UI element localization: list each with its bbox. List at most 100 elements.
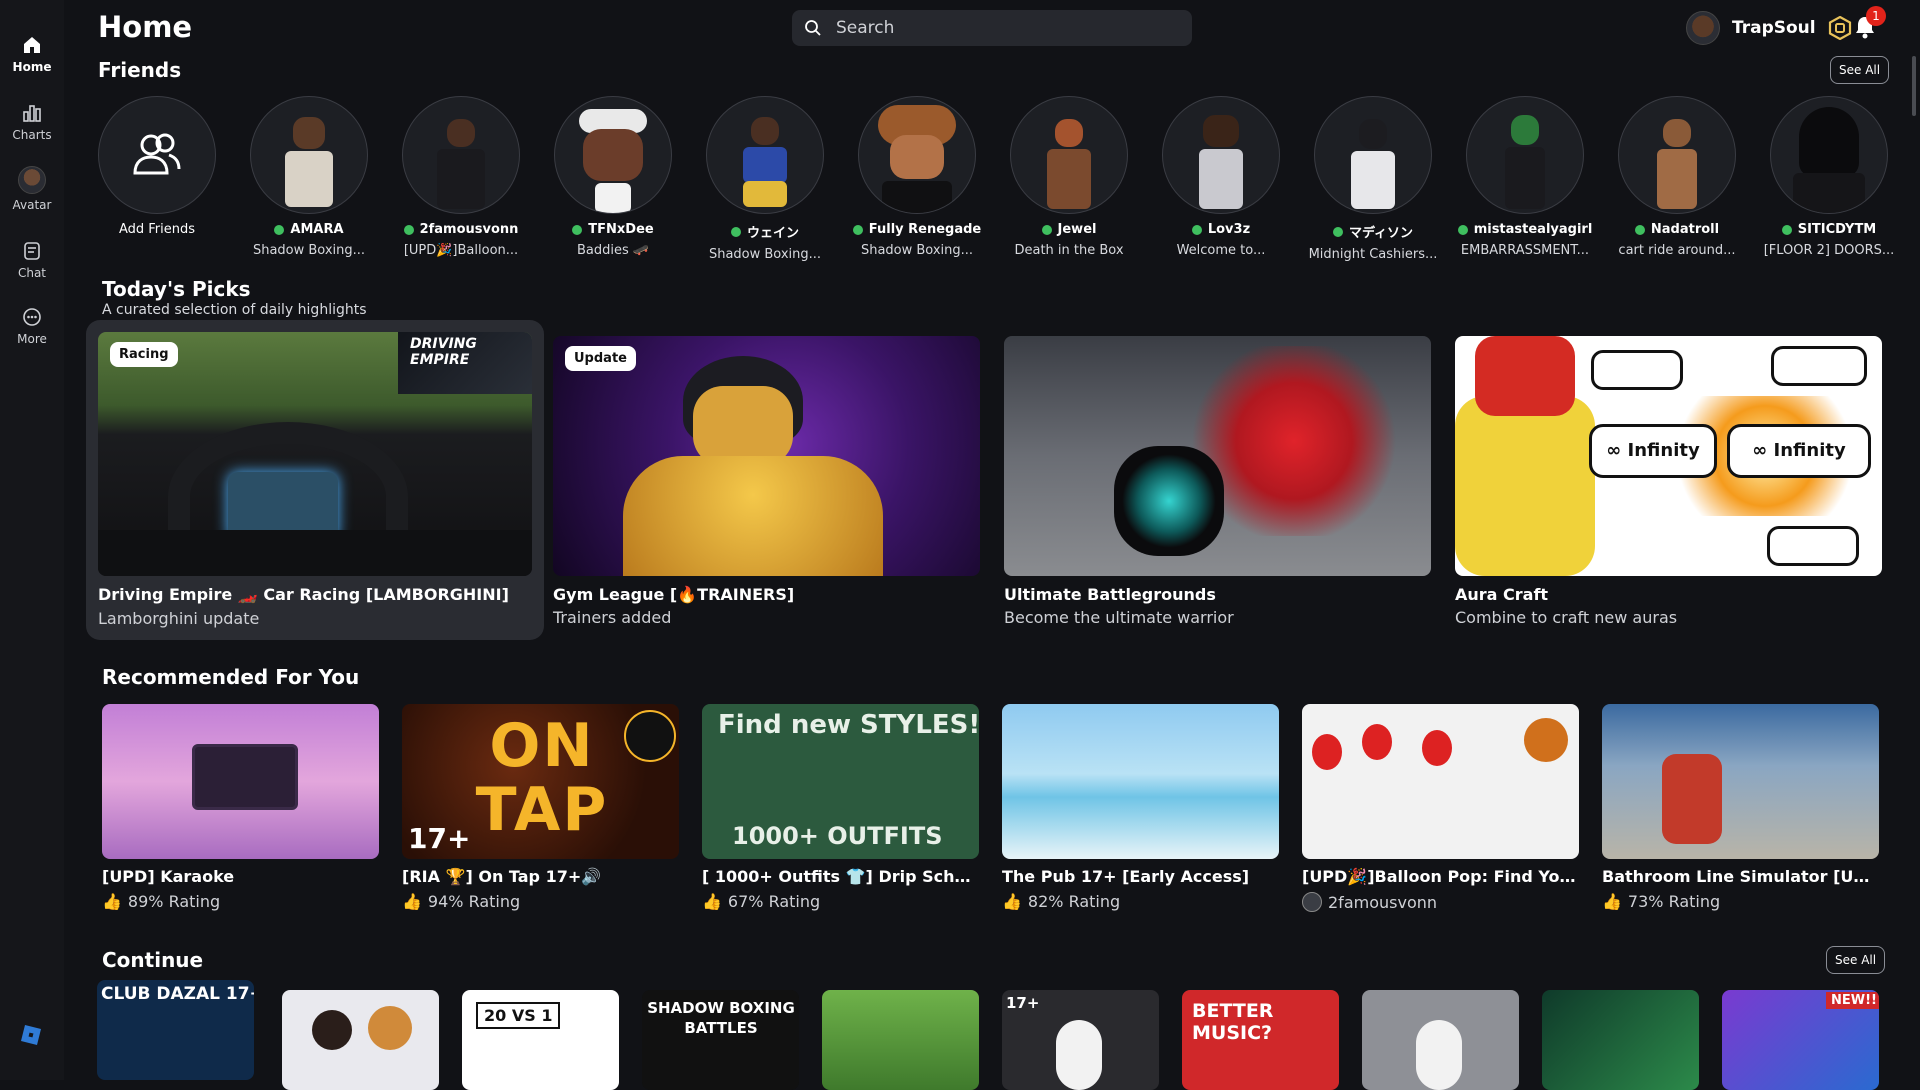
recommended-title: Recommended For You bbox=[102, 665, 360, 689]
game-card[interactable]: Find new STYLES! 1000+ OUTFITS [ 1000+ O… bbox=[702, 704, 979, 911]
game-card[interactable]: [UPD🎉]Balloon Pop: Find Your Ma... 2famo… bbox=[1302, 704, 1579, 912]
friend-tile[interactable]: マディソン Midnight Cashiers... bbox=[1297, 96, 1449, 262]
friend-status: Baddies 🛹 bbox=[576, 243, 650, 258]
friend-tile[interactable]: Fully Renegade Shadow Boxing... bbox=[841, 96, 993, 258]
online-indicator bbox=[1332, 226, 1343, 237]
friend-tile[interactable]: Jewel Death in the Box bbox=[993, 96, 1145, 258]
add-friends-button[interactable]: Add Friends bbox=[81, 96, 233, 237]
friend-tile[interactable]: mistastealyagirl EMBARRASSMENT... bbox=[1449, 96, 1601, 258]
friend-avatar bbox=[706, 96, 824, 214]
pick-desc: Trainers added bbox=[553, 608, 672, 627]
online-indicator bbox=[274, 224, 285, 235]
pick-title: Driving Empire 🏎️ Car Racing [LAMBORGHIN… bbox=[98, 585, 509, 604]
friend-tile[interactable]: AMARA Shadow Boxing... bbox=[233, 96, 385, 258]
thumbs-up-icon: 👍 bbox=[1002, 892, 1022, 911]
pick-tag: Racing bbox=[110, 342, 178, 367]
continue-card[interactable]: NEW!! bbox=[1722, 990, 1879, 1090]
scrollbar[interactable] bbox=[1912, 56, 1916, 116]
robux-icon[interactable] bbox=[1828, 16, 1852, 40]
online-indicator bbox=[1457, 224, 1468, 235]
friend-status: Death in the Box bbox=[1014, 243, 1124, 258]
sidebar-item-charts[interactable]: Charts bbox=[0, 102, 64, 142]
avatar[interactable] bbox=[1686, 11, 1720, 45]
friend-tile[interactable]: TFNxDee Baddies 🛹 bbox=[537, 96, 689, 258]
sidebar-item-chat[interactable]: Chat bbox=[0, 240, 64, 280]
game-card[interactable]: [UPD] Karaoke 👍 89% Rating bbox=[102, 704, 379, 911]
continue-label: SHADOW BOXING BATTLES bbox=[647, 999, 795, 1037]
continue-card[interactable] bbox=[1542, 990, 1699, 1090]
friend-avatar bbox=[402, 96, 520, 214]
continue-card[interactable] bbox=[822, 990, 979, 1090]
game-title: The Pub 17+ [Early Access] bbox=[1002, 867, 1250, 886]
continue-title: Continue bbox=[102, 948, 204, 972]
continue-card[interactable] bbox=[282, 990, 439, 1090]
roblox-logo-icon[interactable] bbox=[20, 1024, 42, 1046]
search-input[interactable] bbox=[834, 17, 1178, 39]
pick-thumbnail: DRIVING EMPIRE Racing bbox=[98, 332, 532, 576]
friend-tile[interactable]: Lov3z Welcome to... bbox=[1145, 96, 1297, 258]
friend-status: Midnight Cashiers... bbox=[1308, 247, 1438, 262]
pick-thumbnail: Update bbox=[553, 336, 980, 576]
continue-see-all-button[interactable]: See All bbox=[1826, 946, 1886, 974]
user-menu[interactable]: TrapSoul bbox=[1686, 10, 1852, 46]
game-rating: 67% Rating bbox=[727, 892, 821, 911]
friend-tile[interactable]: ウェイン Shadow Boxing... bbox=[689, 96, 841, 262]
sidebar-item-label: Avatar bbox=[12, 198, 52, 212]
continue-card[interactable]: BETTER MUSIC? bbox=[1182, 990, 1339, 1090]
thumbs-up-icon: 👍 bbox=[702, 892, 722, 911]
friend-avatar bbox=[1314, 96, 1432, 214]
continue-label: NEW!! bbox=[1826, 992, 1879, 1009]
game-rating: 94% Rating bbox=[427, 892, 521, 911]
continue-card[interactable]: 17+ bbox=[1002, 990, 1159, 1090]
game-card[interactable]: ON TAP 17+ [RIA 🏆] On Tap 17+🔊 👍 94% Rati… bbox=[402, 704, 679, 911]
sidebar-item-avatar[interactable]: Avatar bbox=[0, 166, 64, 212]
friend-status: Shadow Boxing... bbox=[252, 243, 366, 258]
friends-see-all-button[interactable]: See All bbox=[1830, 56, 1890, 84]
pick-desc: Combine to craft new auras bbox=[1455, 608, 1678, 627]
game-title: [ 1000+ Outfits 👕] Drip School Ou... bbox=[702, 867, 979, 886]
game-title: [UPD🎉]Balloon Pop: Find Your Ma... bbox=[1302, 867, 1579, 886]
search-bar[interactable] bbox=[792, 10, 1192, 46]
continue-card[interactable]: SHADOW BOXING BATTLES bbox=[642, 990, 799, 1090]
continue-label: 17+ bbox=[1006, 994, 1040, 1012]
game-art-text: Find new STYLES! bbox=[718, 710, 979, 740]
sidebar-item-home[interactable]: Home bbox=[0, 34, 64, 74]
friend-name: AMARA bbox=[290, 222, 344, 237]
search-icon bbox=[805, 20, 821, 36]
friend-name: TFNxDee bbox=[588, 222, 654, 237]
sidebar-item-more[interactable]: More bbox=[0, 306, 64, 346]
notification-badge: 1 bbox=[1866, 6, 1886, 26]
username[interactable]: TrapSoul bbox=[1732, 18, 1816, 38]
friend-tile[interactable]: Nadatroll cart ride around... bbox=[1601, 96, 1753, 258]
pick-thumbnail bbox=[1004, 336, 1431, 576]
chat-icon bbox=[21, 240, 43, 262]
friend-status: cart ride around... bbox=[1618, 243, 1736, 258]
game-art-text: 1000+ OUTFITS bbox=[732, 822, 943, 850]
online-indicator bbox=[572, 224, 583, 235]
continue-card[interactable]: CLUB DAZAL 17+ bbox=[97, 980, 254, 1080]
game-creator: 2famousvonn bbox=[1328, 892, 1438, 912]
continue-card[interactable] bbox=[1362, 990, 1519, 1090]
friend-name: Fully Renegade bbox=[868, 222, 982, 237]
friend-avatar bbox=[1618, 96, 1736, 214]
friend-name: マディソン bbox=[1348, 226, 1414, 241]
online-indicator bbox=[1191, 224, 1202, 235]
friend-avatar bbox=[554, 96, 672, 214]
infinity-chip: ∞ Infinity bbox=[1727, 424, 1871, 478]
game-art-text: ON TAP bbox=[475, 711, 609, 845]
pick-title: Aura Craft bbox=[1455, 585, 1549, 604]
friend-avatar bbox=[1162, 96, 1280, 214]
game-card[interactable]: Bathroom Line Simulator [UPD3] 👍 73% Rati… bbox=[1602, 704, 1879, 911]
friend-tile[interactable]: SITICDYTM [FLOOR 2] DOORS... bbox=[1753, 96, 1905, 258]
friend-name: ウェイン bbox=[746, 226, 799, 241]
game-rating: 82% Rating bbox=[1027, 892, 1121, 911]
continue-card[interactable]: 20 VS 1 bbox=[462, 990, 619, 1090]
game-card[interactable]: The Pub 17+ [Early Access] 👍 82% Rating bbox=[1002, 704, 1279, 911]
creator-avatar bbox=[1302, 892, 1322, 912]
game-thumbnail bbox=[1302, 704, 1579, 859]
game-thumbnail: ON TAP 17+ bbox=[402, 704, 679, 859]
friend-tile[interactable]: 2famousvonn [UPD🎉]Balloon... bbox=[385, 96, 537, 258]
game-thumbnail bbox=[1602, 704, 1879, 859]
friend-name: Lov3z bbox=[1207, 222, 1251, 237]
friend-status: [FLOOR 2] DOORS... bbox=[1763, 243, 1895, 258]
